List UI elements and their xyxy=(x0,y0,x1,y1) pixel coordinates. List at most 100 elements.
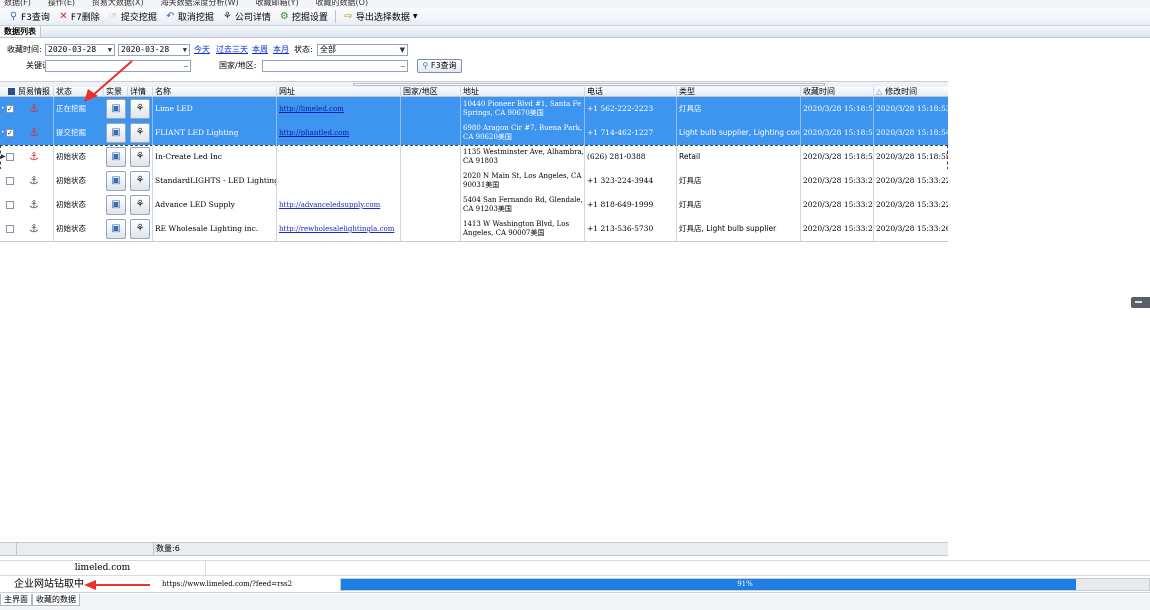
row-checkbox[interactable] xyxy=(6,177,14,185)
column-header-modified-time[interactable]: △ 修改时间 xyxy=(873,87,948,97)
company-detail-icon[interactable]: ⚘ xyxy=(130,195,150,215)
column-header-detail[interactable]: 详情 xyxy=(127,87,152,97)
row-checkbox[interactable]: ✓ xyxy=(6,129,14,137)
keyword-input[interactable]: — xyxy=(45,60,191,72)
menu-item[interactable]: 操作(E) xyxy=(48,0,75,7)
cell-phone: (626) 281-0388 xyxy=(584,145,676,169)
chevron-down-icon: ▼ xyxy=(182,46,187,54)
trade-intel-icon[interactable]: ⚓ xyxy=(29,97,39,121)
company-detail-icon[interactable]: ⚘ xyxy=(130,171,150,191)
column-header-trade-intel[interactable]: 贸易情报 xyxy=(16,87,53,97)
cell-website[interactable]: http://limeled.com xyxy=(276,97,400,121)
trade-intel-icon[interactable]: ⚓ xyxy=(29,121,39,145)
company-detail-icon[interactable]: ⚘ xyxy=(130,219,150,239)
select-all-checkbox[interactable] xyxy=(6,87,16,97)
menu-item[interactable]: 收藏的数据(O) xyxy=(316,0,369,7)
link-this-week[interactable]: 本周 xyxy=(252,44,268,56)
company-detail-icon[interactable]: ⚘ xyxy=(130,99,150,119)
cell-address: 10440 Pioneer Blvd #1, Santa Fe Springs,… xyxy=(460,97,584,121)
cell-modified-time: 2020/3/28 15:18:53 xyxy=(873,97,948,121)
mining-settings-button[interactable]: ⚙ 挖掘设置 xyxy=(275,9,332,25)
submit-mining-button[interactable]: ☞ 提交挖掘 xyxy=(104,9,161,25)
table-row[interactable]: ⚓ ▣ ⚘ 初始状态 StandardLIGHTS - LED Lighting 2020… xyxy=(0,169,948,194)
status-label: 状态: xyxy=(294,45,313,54)
table-row[interactable]: • ✓ ⚓ ▣ ⚘ 正在挖掘 Lime LED http://limeled.com 10440… xyxy=(0,97,948,122)
cell-country xyxy=(400,121,460,145)
delete-button[interactable]: ✕ F7删除 xyxy=(54,9,104,25)
settings-icon: ⚙ xyxy=(279,11,289,22)
menu-item[interactable]: 收藏邮箱(Y) xyxy=(256,0,299,7)
company-detail-icon[interactable]: ⚘ xyxy=(130,147,150,167)
table-row[interactable]: • ✓ ⚓ ▣ ⚘ 提交挖掘 FLIANT LED Lighting http://plian… xyxy=(0,121,948,146)
column-header-website[interactable]: 网址 xyxy=(276,87,400,97)
cell-website[interactable] xyxy=(276,169,400,193)
street-view-button[interactable]: ▣ xyxy=(106,219,126,239)
country-input[interactable]: — xyxy=(262,60,408,72)
website-link[interactable]: http://rewholesalelightingla.com xyxy=(279,225,394,233)
column-header-country[interactable]: 国家/地区 xyxy=(400,87,460,97)
trade-intel-icon[interactable]: ⚓ xyxy=(29,217,39,241)
street-view-button[interactable]: ▣ xyxy=(106,99,126,119)
trade-intel-icon[interactable]: ⚓ xyxy=(29,145,39,169)
table-row[interactable]: ⚓ ▣ ⚘ 初始状态 RE Wholesale Lighting inc. http://… xyxy=(0,217,948,242)
status-select[interactable]: 全部 ▼ xyxy=(317,44,408,56)
cell-phone: +1 714-462-1227 xyxy=(584,121,676,145)
column-header-address[interactable]: 地址 xyxy=(460,87,584,97)
date-to-picker[interactable]: 2020-03-28 ▼ xyxy=(118,44,190,56)
street-view-button[interactable]: ▣ xyxy=(106,147,126,167)
menu-item[interactable]: 海关数据深度分析(W) xyxy=(161,0,239,7)
cell-website[interactable]: http://rewholesalelightingla.com xyxy=(276,217,400,241)
dropdown-icon: — xyxy=(183,62,188,70)
tab-main[interactable]: 主界面 xyxy=(0,594,32,606)
filter-query-button[interactable]: ⚲ F3查询 xyxy=(417,59,462,73)
row-checkbox[interactable] xyxy=(6,225,14,233)
cell-phone: +1 818-649-1999 xyxy=(584,193,676,217)
table-row[interactable]: ⚓ ▣ ⚘ 初始状态 Advance LED Supply http://advancel… xyxy=(0,193,948,218)
menu-item[interactable]: 贸易大数据(X) xyxy=(92,0,144,7)
query-button[interactable]: ⚲ F3查询 xyxy=(4,9,54,25)
status-bar-progress: 企业网站钻取中 https://www.limeled.com/?feed=rs… xyxy=(0,576,1150,593)
column-header-phone[interactable]: 电话 xyxy=(584,87,676,97)
date-from-picker[interactable]: 2020-03-28 ▼ xyxy=(45,44,115,56)
column-header-collected-time[interactable]: 收藏时间 xyxy=(800,87,873,97)
street-view-button[interactable]: ▣ xyxy=(106,171,126,191)
cell-country xyxy=(400,193,460,217)
panel-title: 数据列表 xyxy=(0,26,41,37)
website-link[interactable]: http://limeled.com xyxy=(279,105,344,113)
toolbar: ⚲ F3查询 ✕ F7删除 ☞ 提交挖掘 ↶ 取消挖掘 ⚘ 公司详情 ⚙ 挖掘设置 ⇨ 导出选… xyxy=(0,8,1150,26)
street-view-button[interactable]: ▣ xyxy=(106,195,126,215)
website-link[interactable]: http://advanceledsupply.com xyxy=(279,201,380,209)
menu-item[interactable]: 数据(F) xyxy=(4,0,31,7)
row-checkbox[interactable] xyxy=(6,201,14,209)
cell-country xyxy=(400,217,460,241)
filter-panel: 收藏时间: 2020-03-28 ▼ 2020-03-28 ▼ 今天 过去三天 本周… xyxy=(0,38,1150,82)
column-header-type[interactable]: 类型 xyxy=(676,87,800,97)
column-header-street-view[interactable]: 实景 xyxy=(103,87,127,97)
link-this-month[interactable]: 本月 xyxy=(273,44,289,56)
column-header-status[interactable]: 状态 xyxy=(53,87,103,97)
export-button[interactable]: ⇨ 导出选择数据 ▼ xyxy=(339,9,422,25)
column-header-name[interactable]: 名称 xyxy=(152,87,276,97)
cancel-mining-button[interactable]: ↶ 取消挖掘 xyxy=(161,9,218,25)
company-detail-icon[interactable]: ⚘ xyxy=(130,123,150,143)
cell-website[interactable] xyxy=(276,145,400,169)
row-checkbox[interactable] xyxy=(6,153,14,161)
link-today[interactable]: 今天 xyxy=(194,44,210,56)
cell-type: 灯具店 xyxy=(676,169,800,193)
side-panel-toggle[interactable] xyxy=(1131,297,1150,308)
cell-collected-time: 2020/3/28 15:33:23 xyxy=(800,217,873,241)
table-row[interactable]: ▶ ⚓ ▣ ⚘ 初始状态 In-Create Led Inc 1135 Westminste… xyxy=(0,145,948,170)
delete-x-icon: ✕ xyxy=(59,11,68,22)
tab-collected-data[interactable]: 收藏的数据 xyxy=(32,594,80,606)
company-detail-button[interactable]: ⚘ 公司详情 xyxy=(218,9,275,25)
row-checkbox[interactable]: ✓ xyxy=(6,105,14,113)
trade-intel-icon[interactable]: ⚓ xyxy=(29,193,39,217)
horizontal-scrollbar[interactable] xyxy=(353,83,825,86)
trade-intel-icon[interactable]: ⚓ xyxy=(29,169,39,193)
cell-website[interactable]: http://pliantled.com xyxy=(276,121,400,145)
street-view-button[interactable]: ▣ xyxy=(106,123,126,143)
link-past-three-days[interactable]: 过去三天 xyxy=(216,44,248,56)
cell-website[interactable]: http://advanceledsupply.com xyxy=(276,193,400,217)
grid-header: 贸易情报 状态 实景 详情 名称 网址 国家/地区 地址 电话 类型 收藏时间 … xyxy=(0,87,948,97)
website-link[interactable]: http://pliantled.com xyxy=(279,129,349,137)
